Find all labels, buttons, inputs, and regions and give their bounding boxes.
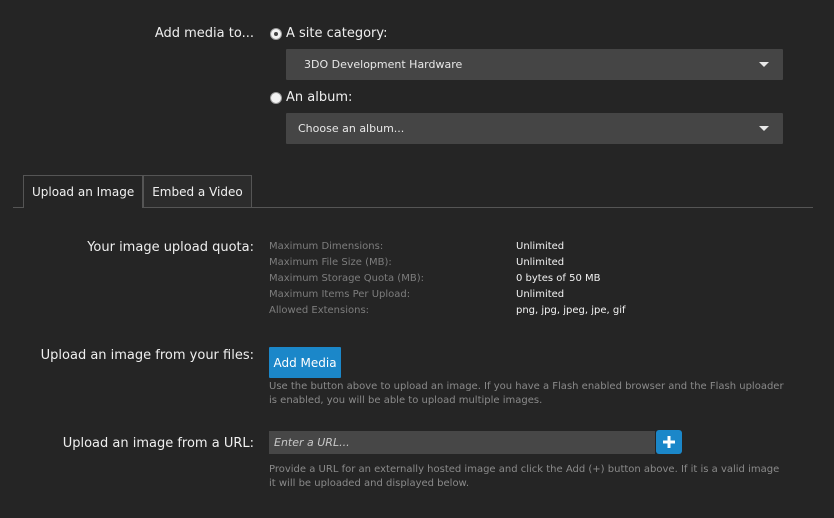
add-url-button[interactable] xyxy=(656,430,682,454)
quota-max-items-label: Maximum Items Per Upload: xyxy=(269,289,411,300)
category-select-value: 3DO Development Hardware xyxy=(304,58,463,71)
upload-url-label: Upload an image from a URL: xyxy=(62,436,254,451)
url-input[interactable] xyxy=(269,431,655,454)
chevron-down-icon xyxy=(759,126,769,131)
upload-files-label: Upload an image from your files: xyxy=(40,348,254,363)
quota-max-dimensions-label: Maximum Dimensions: xyxy=(269,241,384,252)
tab-upload-image[interactable]: Upload an Image xyxy=(23,175,144,208)
quota-max-file-size-value: Unlimited xyxy=(516,257,565,268)
quota-values: Unlimited Unlimited 0 bytes of 50 MB Unl… xyxy=(516,239,626,319)
quota-extensions-label: Allowed Extensions: xyxy=(269,305,370,316)
upload-url-help: Provide a URL for an externally hosted i… xyxy=(269,464,780,489)
radio-site-category[interactable]: A site category: xyxy=(270,26,388,41)
upload-files-help: Use the button above to upload an image.… xyxy=(269,381,784,406)
quota-label: Your image upload quota: xyxy=(87,240,254,255)
radio-album-label: An album: xyxy=(286,90,353,105)
tab-bar: Upload an Image Embed a Video xyxy=(23,175,252,208)
radio-button[interactable] xyxy=(270,91,282,104)
add-media-label: Add media to... xyxy=(154,26,254,41)
quota-max-dimensions-value: Unlimited xyxy=(516,241,565,252)
quota-max-storage-value: 0 bytes of 50 MB xyxy=(516,273,601,284)
quota-names: Maximum Dimensions: Maximum File Size (M… xyxy=(269,239,424,319)
tab-embed-video[interactable]: Embed a Video xyxy=(143,175,252,207)
quota-max-storage-label: Maximum Storage Quota (MB): xyxy=(269,273,424,284)
quota-max-items-value: Unlimited xyxy=(516,289,565,300)
quota-extensions-value: png, jpg, jpeg, jpe, gif xyxy=(516,305,626,316)
plus-icon xyxy=(663,436,675,448)
radio-button-checked[interactable] xyxy=(270,27,282,40)
category-select[interactable]: 3DO Development Hardware xyxy=(286,49,783,80)
chevron-down-icon xyxy=(759,62,769,67)
album-select-placeholder: Choose an album... xyxy=(298,122,405,135)
quota-max-file-size-label: Maximum File Size (MB): xyxy=(269,257,392,268)
album-select[interactable]: Choose an album... xyxy=(286,113,783,144)
radio-album[interactable]: An album: xyxy=(270,90,352,105)
radio-site-category-label: A site category: xyxy=(286,26,388,41)
add-media-button[interactable]: Add Media xyxy=(269,347,341,378)
